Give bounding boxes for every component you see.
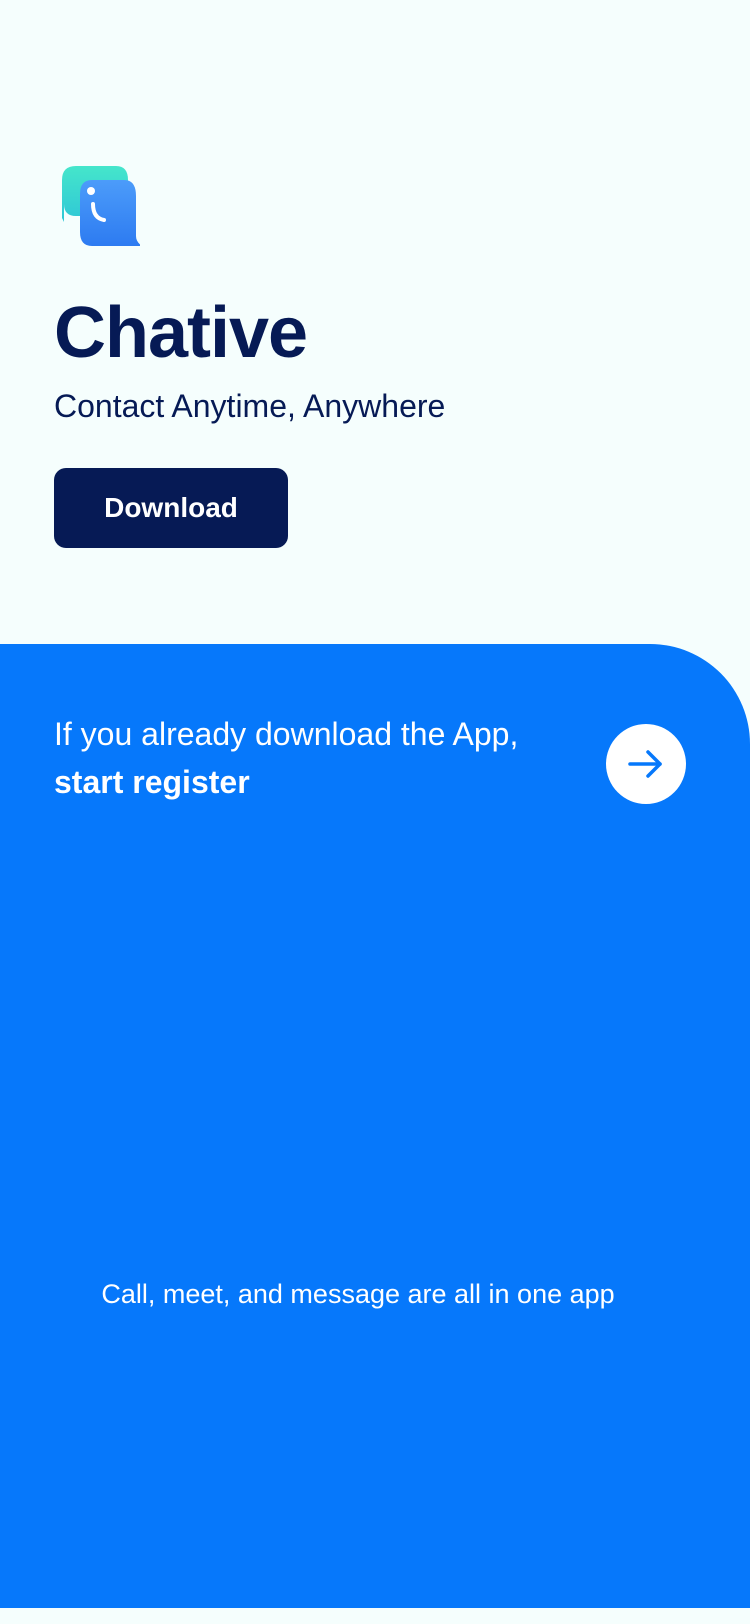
- hero-section: Chative Contact Anytime, Anywhere Downlo…: [0, 0, 750, 644]
- register-prompt: If you already download the App, start r…: [54, 710, 574, 806]
- register-lead-text: If you already download the App,: [54, 716, 519, 752]
- start-register-button[interactable]: [606, 724, 686, 804]
- bottom-safe-area: [0, 1608, 750, 1624]
- app-tagline: Contact Anytime, Anywhere: [54, 388, 446, 424]
- chat-bubble-logo-icon: [62, 166, 140, 246]
- feature-caption: Call, meet, and message are all in one a…: [101, 1279, 615, 1309]
- download-button[interactable]: Download: [54, 468, 288, 548]
- arrow-right-icon: [628, 750, 662, 778]
- app-title: Chative: [54, 293, 308, 373]
- register-panel: If you already download the App, start r…: [0, 644, 750, 1608]
- start-register-link[interactable]: start register: [54, 758, 574, 806]
